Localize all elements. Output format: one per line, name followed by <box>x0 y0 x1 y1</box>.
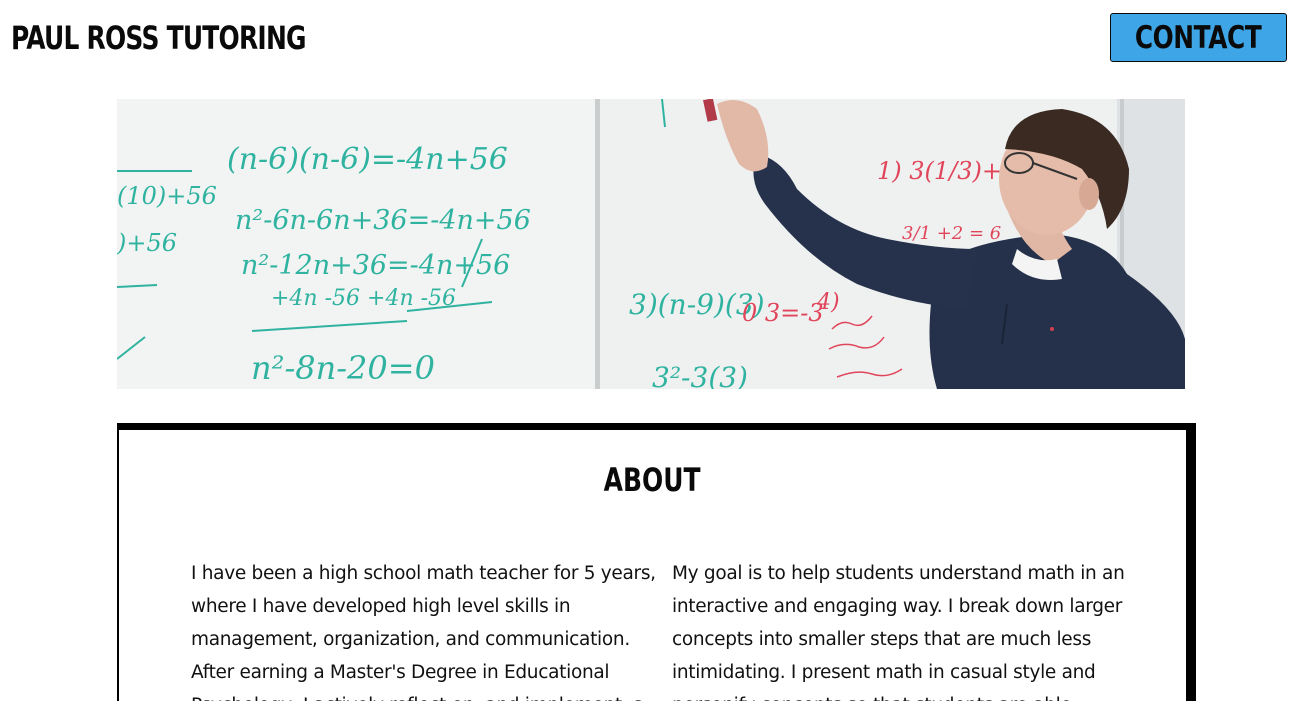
contact-button[interactable]: CONTACT <box>1110 13 1287 62</box>
about-right-line-2: interactive and engaging way. I break do… <box>672 596 1123 617</box>
whiteboard-line-5: n²-8n-20=0 <box>251 349 435 387</box>
whiteboard-red-4: 4) <box>816 290 840 315</box>
about-right-line-4: intimidating. I present math in casual s… <box>672 662 1096 683</box>
site-brand[interactable]: PAUL ROSS TUTORING <box>11 18 307 58</box>
about-left-line-1: I have been a high school math teacher f… <box>191 563 656 584</box>
whiteboard-red-1: 1) 3(1/3)+2 <box>877 157 1017 185</box>
whiteboard-photo: (n-6)(n-6)=-4n+56 n²-6n-6n+36=-4n+56 n²-… <box>117 99 1185 389</box>
about-right-line-1: My goal is to help students understand m… <box>672 563 1125 584</box>
about-left-line-2: where I have developed high level skills… <box>191 596 571 617</box>
about-left-column: I have been a high school math teacher f… <box>191 557 656 701</box>
about-left-line-3: management, organization, and communicat… <box>191 629 630 650</box>
about-right-line-3: concepts into smaller steps that are muc… <box>672 629 1092 650</box>
whiteboard-line-1: (n-6)(n-6)=-4n+56 <box>227 142 508 177</box>
whiteboard-seam <box>595 99 600 389</box>
hero-image: (n-6)(n-6)=-4n+56 n²-6n-6n+36=-4n+56 n²-… <box>117 99 1185 389</box>
about-left-line-5: Psychology, I actively reflect on, and i… <box>191 689 644 701</box>
whiteboard-middle-2: 3²-3(3) <box>652 361 748 389</box>
about-heading: ABOUT <box>119 461 1186 499</box>
about-right-line-5: personify concepts so that students are … <box>672 689 1122 701</box>
whiteboard-edge-2: )+56 <box>117 229 177 257</box>
whiteboard-red-2: 3/1 +2 = 6 <box>902 223 1001 244</box>
whiteboard-edge-1: (10)+56 <box>117 182 217 210</box>
whiteboard-line-4: +4n -56 +4n -56 <box>271 286 456 311</box>
whiteboard-line-2: n²-6n-6n+36=-4n+56 <box>235 205 531 236</box>
contact-button-label: CONTACT <box>1135 19 1262 56</box>
about-left-line-4: After earning a Master's Degree in Educa… <box>191 662 610 683</box>
about-section: ABOUT I have been a high school math tea… <box>117 423 1196 701</box>
about-right-column: My goal is to help students understand m… <box>672 557 1125 701</box>
about-heading-text: ABOUT <box>604 461 701 499</box>
whiteboard-red-3: 0 3=-3 <box>742 299 824 327</box>
